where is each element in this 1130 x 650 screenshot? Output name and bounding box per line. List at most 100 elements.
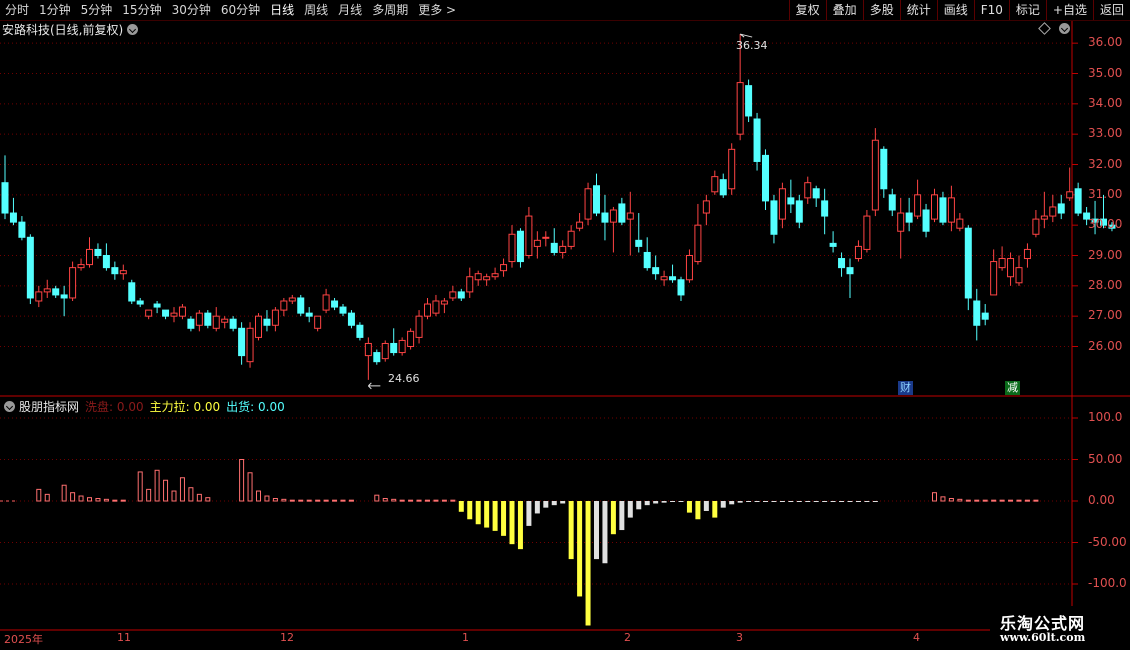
indicator-bar: [188, 487, 194, 502]
indicator-main-pull: 主力拉: 0.00: [149, 399, 221, 414]
indicator-bar: [408, 499, 414, 502]
candle-body: [229, 318, 237, 329]
indicator-bar: [619, 501, 625, 531]
toolbar-button[interactable]: 统计: [899, 0, 937, 20]
indicator-bar: [36, 488, 42, 502]
indicator-bar: [247, 472, 253, 502]
indicator-bar: [796, 501, 802, 502]
candle-body: [905, 212, 913, 223]
candle-body: [1, 182, 9, 214]
candle-body: [390, 342, 398, 354]
toolbar-button[interactable]: 复权: [788, 0, 826, 20]
toolbar-button[interactable]: F10: [973, 0, 1009, 20]
period-tab[interactable]: 分时: [0, 0, 34, 20]
candle-body: [111, 267, 119, 275]
candle-body: [432, 300, 440, 314]
candle-body: [128, 282, 136, 302]
candle-body: [770, 200, 778, 235]
indicator-bar: [323, 499, 329, 502]
indicator-bar: [830, 501, 836, 502]
candle-body: [711, 176, 719, 193]
chevron-down-icon[interactable]: [1059, 23, 1070, 34]
indicator-bar: [425, 499, 430, 502]
candle-body: [931, 194, 938, 220]
candle-body: [652, 267, 660, 275]
chart-canvas[interactable]: [0, 0, 1130, 650]
candle-body: [719, 179, 727, 196]
time-axis-label: 1: [462, 631, 469, 644]
finance-tag[interactable]: 财: [898, 381, 913, 395]
time-axis-label: 2: [624, 631, 631, 644]
indicator-axis-label: 0.00: [1088, 493, 1115, 507]
candle-body: [212, 315, 220, 329]
period-tab[interactable]: 周线: [299, 0, 333, 20]
period-tab[interactable]: 1分钟: [34, 0, 76, 20]
indicator-bar: [154, 469, 160, 502]
indicator-bar: [87, 497, 92, 502]
candle-body: [871, 139, 879, 211]
candle-body: [542, 236, 550, 239]
candle-body: [1066, 191, 1074, 199]
period-tab[interactable]: 60分钟: [216, 0, 265, 20]
indicator-bar: [839, 501, 845, 502]
indicator-axis-label: -100.0: [1088, 576, 1127, 590]
candle-body: [829, 242, 837, 247]
period-tab[interactable]: 月线: [333, 0, 367, 20]
indicator-bar: [543, 501, 549, 508]
candle-body: [635, 239, 643, 247]
candle-body: [331, 300, 339, 308]
candle-body: [86, 248, 93, 266]
price-axis-label: 34.00: [1088, 95, 1123, 110]
toolbar-button[interactable]: 多股: [862, 0, 900, 20]
candle-body: [204, 312, 212, 326]
indicator-bar: [205, 497, 211, 502]
indicator-bar: [610, 501, 616, 535]
indicator-bar: [737, 501, 743, 503]
candle-body: [238, 327, 246, 357]
candle-body: [1074, 188, 1082, 214]
candle-body: [35, 291, 43, 302]
indicator-bar: [813, 501, 819, 502]
period-tab[interactable]: 更多 >: [413, 0, 461, 20]
candle-body: [685, 255, 693, 281]
period-tab[interactable]: 日线: [265, 0, 299, 20]
candle-body: [854, 245, 862, 260]
candle-body: [821, 200, 829, 217]
toolbar-button[interactable]: 返回: [1092, 0, 1130, 20]
indicator-bar: [568, 501, 574, 560]
reduce-tag[interactable]: 减: [1005, 381, 1020, 395]
candle-body: [914, 194, 922, 217]
toolbar-button[interactable]: 叠加: [825, 0, 863, 20]
candle-body: [525, 215, 533, 256]
candle-body: [483, 276, 491, 281]
period-tab[interactable]: 5分钟: [76, 0, 118, 20]
indicator-bar: [120, 499, 126, 502]
candle-body: [356, 324, 364, 338]
toolbar-button[interactable]: 画线: [936, 0, 974, 20]
candle-body: [500, 264, 508, 272]
indicator-bar: [1016, 499, 1022, 502]
indicator-bar: [864, 501, 870, 502]
indicator-bar: [95, 498, 101, 502]
candle-body: [1007, 258, 1015, 278]
indicator-bar: [61, 484, 67, 502]
period-tab[interactable]: 30分钟: [167, 0, 216, 20]
indicator-bar: [999, 499, 1005, 502]
price-axis-label: 32.00: [1088, 156, 1123, 171]
period-tab[interactable]: 多周期: [367, 0, 413, 20]
toolbar-button[interactable]: 标记: [1008, 0, 1046, 20]
watermark-url: www.60lt.com: [1000, 631, 1086, 644]
indicator-bar: [982, 499, 988, 502]
indicator-bar: [475, 501, 481, 525]
candle-body: [102, 255, 110, 269]
chevron-down-icon[interactable]: [127, 23, 139, 35]
indicator-bar: [450, 499, 456, 502]
toolbar-button[interactable]: +自选: [1045, 0, 1093, 20]
chevron-down-icon[interactable]: [4, 400, 15, 412]
indicator-bar: [348, 499, 354, 502]
toolbar-buttons: 复权 叠加 多股 统计 画线 F10 标记 +自选 返回: [788, 0, 1130, 20]
period-tab[interactable]: 15分钟: [117, 0, 166, 20]
candle-body: [457, 291, 465, 299]
indicator-bar: [1008, 499, 1014, 502]
candle-body: [812, 188, 820, 199]
